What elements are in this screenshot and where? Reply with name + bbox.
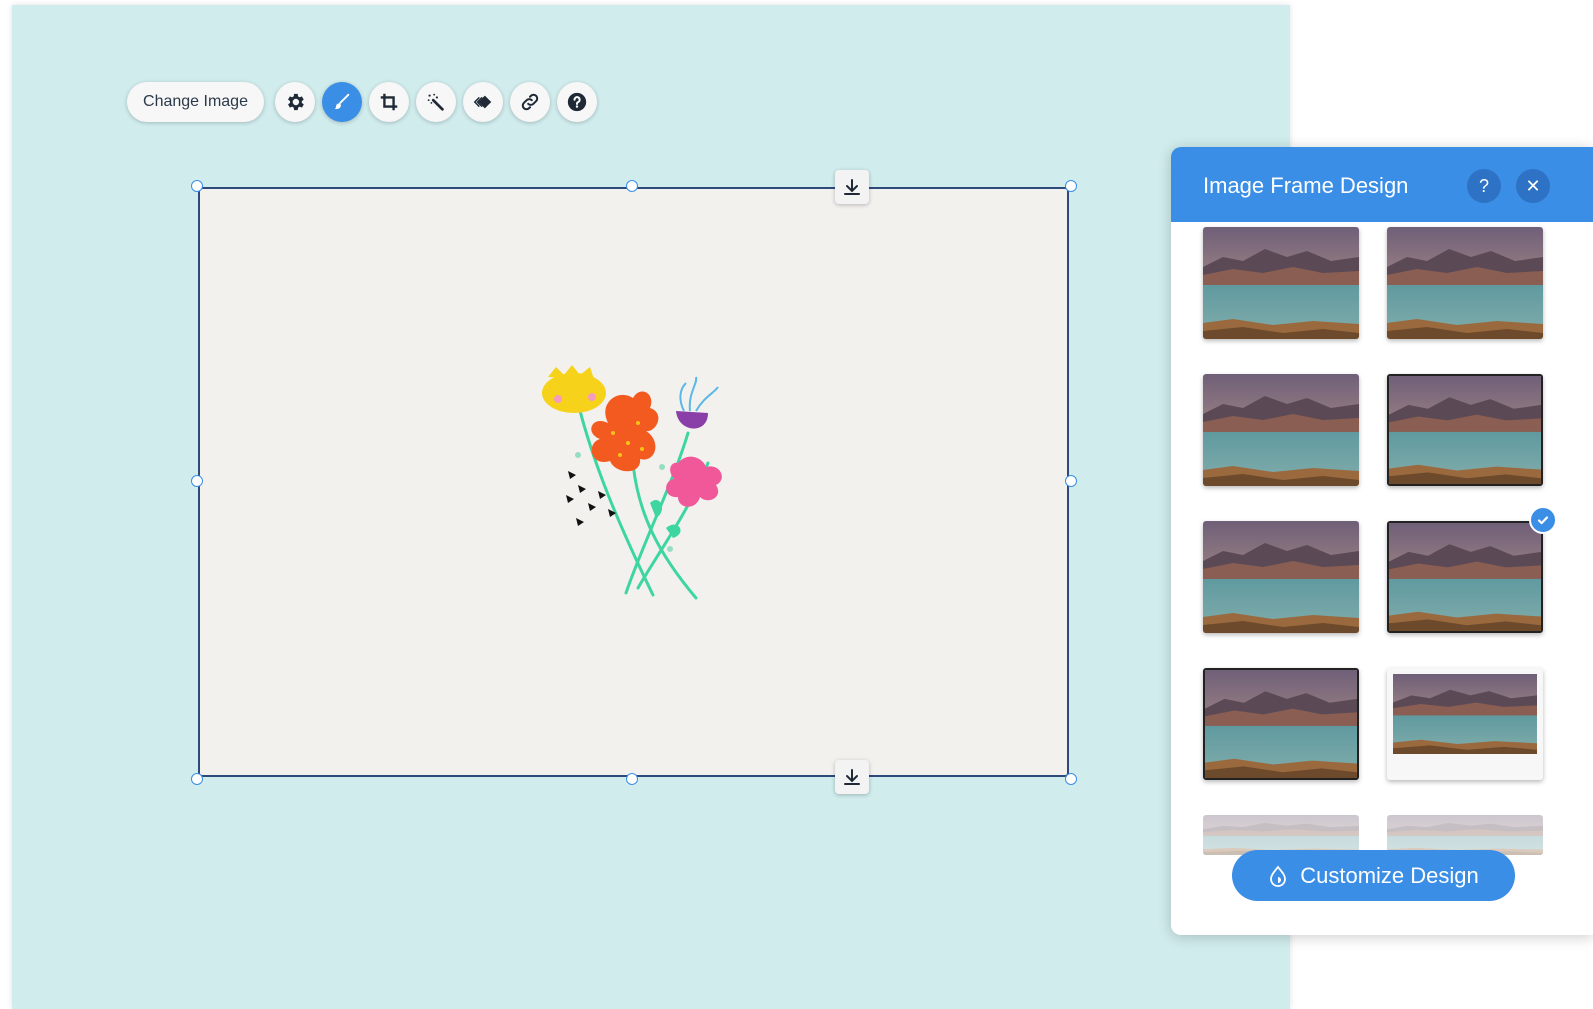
selected-check-badge	[1529, 506, 1557, 534]
customize-design-button[interactable]: Customize Design	[1232, 850, 1515, 901]
resize-handle-top-left[interactable]	[191, 180, 203, 192]
frame-design-option[interactable]	[1387, 374, 1543, 486]
stretch-bottom-button[interactable]	[835, 760, 869, 794]
frame-design-option[interactable]	[1203, 815, 1359, 855]
droplet-icon	[1270, 865, 1287, 887]
resize-handle-top-right[interactable]	[1065, 180, 1077, 192]
image-frame-design-panel: Image Frame Design ? ✕ Customize Design	[1171, 147, 1593, 935]
question-icon: ?	[1478, 175, 1489, 196]
resize-handle-bottom[interactable]	[626, 773, 638, 785]
magic-wand-icon	[427, 93, 444, 111]
frame-design-option[interactable]	[1387, 815, 1543, 855]
customize-design-label: Customize Design	[1300, 862, 1479, 888]
landscape-thumbnail	[1203, 227, 1359, 339]
landscape-thumbnail	[1205, 670, 1357, 778]
link-button[interactable]	[510, 82, 550, 122]
panel-title: Image Frame Design	[1203, 173, 1409, 198]
crop-icon	[380, 93, 398, 111]
resize-handle-left[interactable]	[191, 475, 203, 487]
animation-icon	[473, 95, 492, 109]
landscape-thumbnail	[1387, 227, 1543, 339]
panel-help-button[interactable]: ?	[1467, 169, 1501, 203]
resize-handle-bottom-right[interactable]	[1065, 773, 1077, 785]
download-arrow-icon	[844, 179, 860, 195]
change-image-button[interactable]: Change Image	[127, 82, 264, 122]
flower-illustration	[542, 365, 722, 600]
landscape-thumbnail	[1203, 374, 1359, 486]
help-button[interactable]	[557, 82, 597, 122]
crop-button[interactable]	[369, 82, 409, 122]
panel-header: Image Frame Design ? ✕	[1171, 147, 1593, 222]
frame-design-option[interactable]	[1203, 227, 1359, 339]
frame-design-option[interactable]	[1203, 668, 1359, 780]
brush-icon	[334, 93, 350, 110]
landscape-thumbnail	[1387, 815, 1543, 855]
animation-button[interactable]	[463, 82, 503, 122]
landscape-thumbnail	[1389, 376, 1541, 484]
enhance-button[interactable]	[416, 82, 456, 122]
frame-design-option[interactable]	[1387, 227, 1543, 339]
close-icon: ✕	[1525, 175, 1541, 196]
panel-close-button[interactable]: ✕	[1516, 169, 1550, 203]
gear-icon	[288, 93, 304, 111]
link-icon	[521, 93, 539, 111]
settings-button[interactable]	[275, 82, 315, 122]
frame-design-option[interactable]	[1203, 374, 1359, 486]
resize-handle-bottom-left[interactable]	[191, 773, 203, 785]
help-icon	[567, 92, 587, 112]
design-button[interactable]	[322, 82, 362, 122]
checkmark-icon	[1537, 516, 1549, 525]
landscape-thumbnail	[1389, 523, 1541, 631]
frame-design-option[interactable]	[1387, 668, 1543, 780]
download-arrow-icon	[844, 769, 860, 785]
stretch-top-button[interactable]	[835, 170, 869, 204]
resize-handle-right[interactable]	[1065, 475, 1077, 487]
landscape-thumbnail	[1203, 521, 1359, 633]
landscape-thumbnail	[1203, 815, 1359, 855]
frame-design-option[interactable]	[1203, 521, 1359, 633]
landscape-thumbnail	[1393, 674, 1537, 754]
frame-design-option-selected[interactable]	[1387, 521, 1543, 633]
resize-handle-top[interactable]	[626, 180, 638, 192]
